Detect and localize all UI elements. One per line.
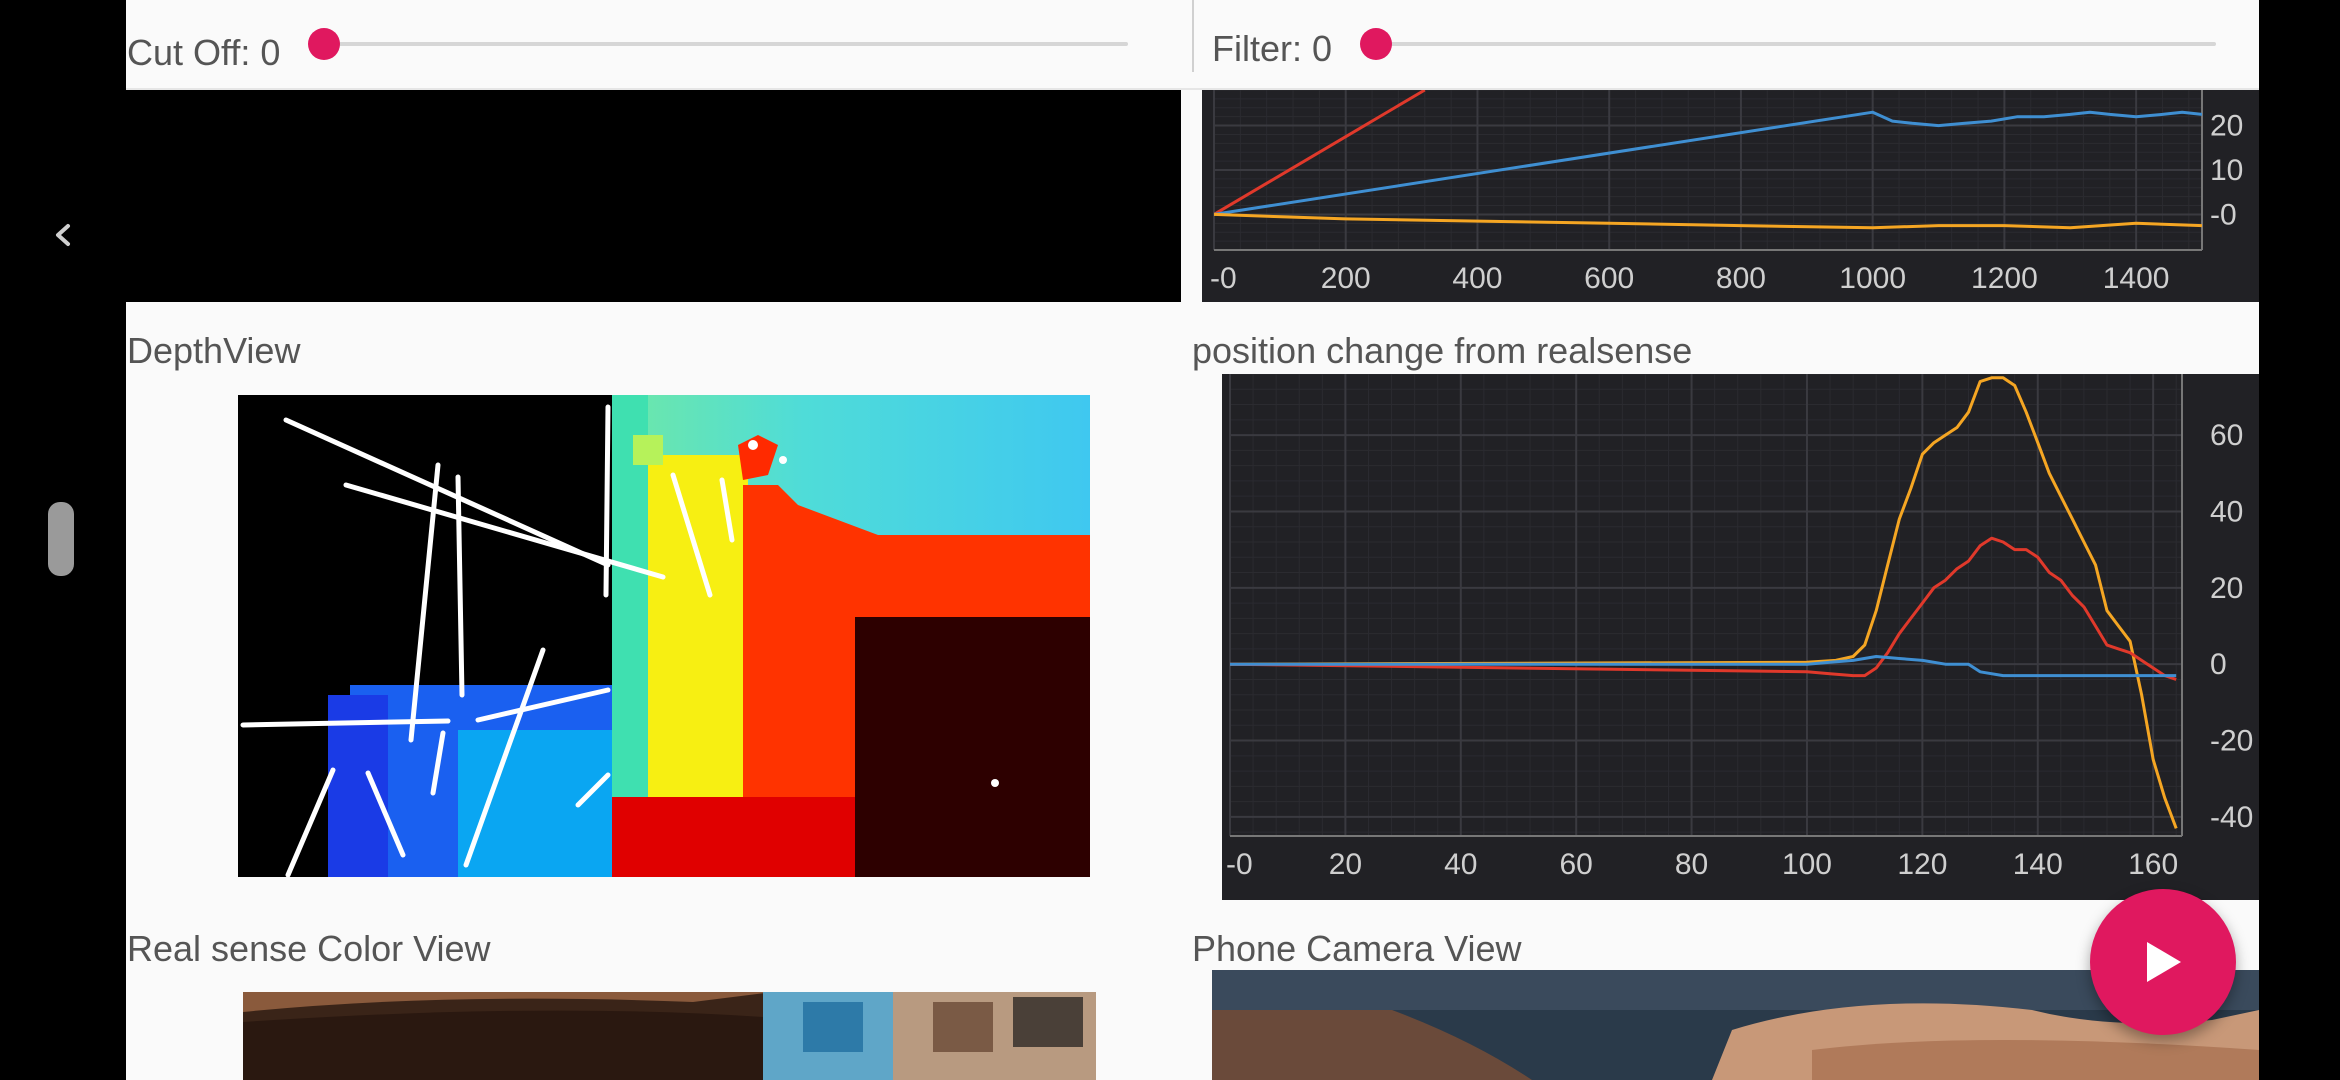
x-tick-label: 140 [2013,848,2063,881]
y-tick-label: -20 [2210,725,2253,758]
x-tick-label: 40 [1444,848,1477,881]
y-tick-label: 40 [2210,495,2243,528]
x-tick-label: 1200 [1971,262,2038,295]
play-icon [2147,942,2181,982]
filter-slider-thumb[interactable] [1360,28,1392,60]
edge-panel-handle[interactable] [48,502,74,576]
x-tick-label: 1400 [2103,262,2170,295]
filter-label: Filter: 0 [1212,28,1333,69]
depth-view-title: DepthView [127,330,301,371]
x-tick-label: 160 [2128,848,2178,881]
y-tick-label: 20 [2210,572,2243,605]
position-change-chart: -0 20 40 60 80 100 120 140 160 60 40 20 0 -20 -40 [1222,374,2259,900]
realsense-color-view-title: Real sense Color View [127,928,491,969]
x-tick-label: 20 [1329,848,1362,881]
top-left-video-view [126,90,1181,302]
y-tick-label: 60 [2210,419,2243,452]
x-tick-label: 400 [1452,262,1502,295]
back-chevron-icon[interactable] [48,220,78,250]
y-tick-label: 10 [2210,154,2243,187]
cutoff-slider-thumb[interactable] [308,28,340,60]
x-tick-label: -0 [1226,848,1253,881]
realsense-color-graphic [243,992,1096,1080]
depth-view-image [238,395,1090,877]
x-tick-label: 800 [1716,262,1766,295]
x-tick-label: 100 [1782,848,1832,881]
y-tick-label: -0 [2210,198,2237,231]
series-line-2 [1214,212,2202,230]
cutoff-slider-track[interactable] [324,42,1128,46]
x-tick-label: 200 [1321,262,1371,295]
cutoff-label: Cut Off: 0 [127,32,281,73]
y-tick-label: 0 [2210,648,2227,681]
x-tick-label: 600 [1584,262,1634,295]
top-chart: -0 200 400 600 800 1000 1200 1400 20 10 -0 [1202,90,2259,302]
y-tick-label: -40 [2210,801,2253,834]
top-chart-svg: -0 200 400 600 800 1000 1200 1400 20 10 -0 [1210,90,2243,295]
play-button[interactable] [2090,889,2236,1035]
series-line-1 [1230,536,2177,681]
depth-map-graphic [238,395,1090,877]
x-tick-label: 120 [1897,848,1947,881]
position-change-title: position change from realsense [1192,330,1693,371]
x-tick-label: -0 [1210,262,1237,295]
filter-slider-track[interactable] [1376,42,2216,46]
x-tick-label: 60 [1559,848,1592,881]
y-tick-label: 20 [2210,110,2243,143]
position-chart-svg: -0 20 40 60 80 100 120 140 160 60 40 20 0 -20 -40 [1226,374,2253,881]
x-tick-label: 1000 [1839,262,1906,295]
realsense-color-view-image [243,992,1096,1080]
controls-divider [1192,0,1194,72]
x-tick-label: 80 [1675,848,1708,881]
phone-camera-view-title: Phone Camera View [1192,928,1522,969]
